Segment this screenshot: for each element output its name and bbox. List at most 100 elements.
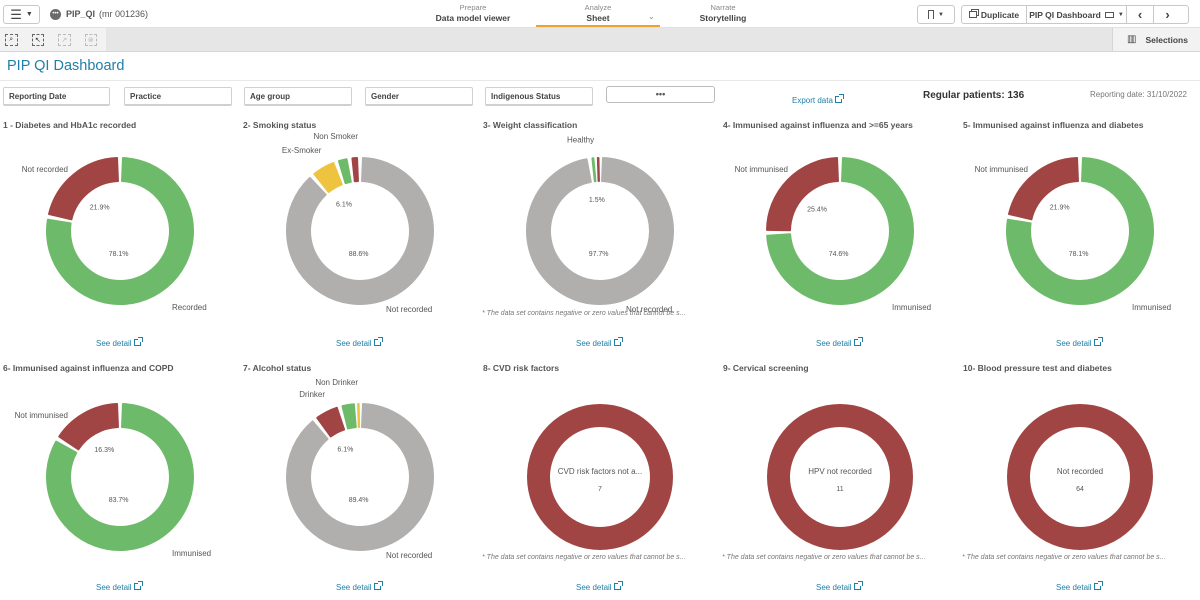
see-detail-link[interactable]: See detail	[816, 581, 863, 592]
slice-percent-label: 21.9%	[1050, 204, 1070, 211]
slice-percent-label: 6.1%	[337, 447, 353, 454]
slice-percent-label: 89.4%	[349, 497, 369, 504]
see-detail-label: See detail	[336, 583, 372, 592]
donut-slice[interactable]	[351, 157, 359, 183]
see-detail-link[interactable]: See detail	[1056, 581, 1103, 592]
page-title: PIP QI Dashboard	[7, 58, 125, 74]
app-globe-icon: •••	[50, 9, 61, 20]
center-value: 64	[1076, 486, 1084, 493]
step-forward-icon[interactable]: ↗	[58, 33, 71, 46]
chevron-down-icon[interactable]: ⌄	[648, 12, 655, 21]
donut-slice[interactable]	[58, 403, 119, 451]
donut-slice[interactable]	[357, 403, 361, 429]
caret-down-icon: ▼	[938, 11, 944, 18]
see-detail-link[interactable]: See detail	[336, 337, 383, 348]
filter-label: Age group	[250, 91, 290, 101]
slice-percent-label: 21.9%	[90, 204, 110, 211]
filter-label: Gender	[371, 91, 400, 101]
see-detail-label: See detail	[96, 583, 132, 592]
chevron-left-icon: ‹	[1137, 7, 1143, 22]
main-menu-button[interactable]: ☰ ▼	[3, 5, 40, 24]
donut-slice[interactable]	[591, 157, 597, 183]
filter-gender[interactable]: Gender	[365, 87, 473, 106]
duplicate-label: Duplicate	[980, 9, 1020, 20]
slice-category-label: Drinker	[299, 390, 325, 399]
donut-chart[interactable]: 89.4% 6.1% Not recorded Drinker Non Drinker	[240, 363, 480, 593]
tab-analyze[interactable]: Analyze Sheet	[536, 3, 660, 27]
see-detail-link[interactable]: See detail	[336, 581, 383, 592]
filter-reporting-date[interactable]: Reporting Date	[3, 87, 110, 106]
slice-category-label: Not immunised	[735, 165, 788, 174]
see-detail-label: See detail	[1056, 583, 1092, 592]
bookmark-button[interactable]: ▼	[917, 5, 955, 24]
smart-search-icon[interactable]: ⌕	[5, 33, 18, 46]
see-detail-link[interactable]: See detail	[96, 337, 143, 348]
chart-disclaimer: * The data set contains negative or zero…	[482, 554, 686, 561]
chart-card: 4- Immunised against influenza and >=65 …	[720, 120, 960, 350]
see-detail-link[interactable]: See detail	[576, 581, 623, 592]
filter-age-group[interactable]: Age group	[244, 87, 352, 106]
regular-patients-kpi: Regular patients: 136	[923, 90, 1025, 101]
tab-prepare[interactable]: Prepare Data model viewer	[433, 3, 513, 27]
slice-percent-label: 25.4%	[807, 207, 827, 214]
chart-disclaimer: * The data set contains negative or zero…	[962, 554, 1166, 561]
see-detail-label: See detail	[576, 339, 612, 348]
see-detail-label: See detail	[1056, 339, 1092, 348]
duplicate-button[interactable]: Duplicate	[962, 6, 1027, 23]
tab-narrate[interactable]: Narrate Storytelling	[690, 3, 756, 27]
donut-chart[interactable]: 74.6% 25.4% Immunised Not immunised	[720, 120, 960, 350]
slice-percent-label: 78.1%	[109, 251, 129, 258]
slice-percent-label: 16.3%	[94, 447, 114, 454]
see-detail-link[interactable]: See detail	[816, 337, 863, 348]
donut-slice[interactable]	[1007, 404, 1153, 550]
see-detail-link[interactable]: See detail	[96, 581, 143, 592]
next-sheet-button[interactable]: ›	[1154, 6, 1181, 23]
export-data-label: Export data	[792, 96, 833, 105]
see-detail-label: See detail	[96, 339, 132, 348]
donut-slice[interactable]	[596, 157, 600, 183]
slice-percent-label: 78.1%	[1069, 251, 1089, 258]
sheet-name: PIP QI Dashboard	[1029, 9, 1101, 20]
slice-category-label: Recorded	[172, 303, 207, 312]
duplicate-icon	[968, 11, 977, 18]
external-link-icon	[834, 94, 844, 103]
selections-button[interactable]: ▥ Selections	[1112, 28, 1200, 51]
app-subtitle: (mr 001236)	[99, 9, 149, 19]
filter-indigenous-status[interactable]: Indigenous Status	[485, 87, 593, 106]
external-link-icon	[853, 581, 863, 590]
screen-icon	[1104, 11, 1114, 18]
donut-slice[interactable]	[767, 404, 913, 550]
more-filters-button[interactable]: •••	[606, 86, 715, 103]
previous-sheet-button[interactable]: ‹	[1127, 6, 1154, 23]
sheet-selector[interactable]: PIP QI Dashboard ▼	[1027, 6, 1127, 23]
external-link-icon	[373, 581, 383, 590]
center-value: 7	[598, 486, 602, 493]
see-detail-link[interactable]: See detail	[1056, 337, 1103, 348]
clear-selections-icon[interactable]: ⊗	[84, 33, 97, 46]
donut-chart[interactable]: 88.6% 6.1% Not recorded Ex-Smoker Non Smoker	[240, 120, 480, 350]
see-detail-label: See detail	[336, 339, 372, 348]
slice-category-label: Non Smoker	[314, 132, 359, 141]
donut-chart[interactable]: 78.1% 21.9% Immunised Not immunised	[960, 120, 1200, 350]
donut-slice[interactable]	[341, 403, 357, 430]
slice-category-label: Not recorded	[22, 165, 68, 174]
chart-disclaimer: * The data set contains negative or zero…	[722, 554, 926, 561]
tab-narrate-label: Storytelling	[699, 13, 747, 23]
step-back-icon[interactable]: ↖	[31, 33, 44, 46]
donut-slice[interactable]	[526, 157, 674, 305]
export-data-link[interactable]: Export data	[792, 94, 844, 105]
external-link-icon	[1093, 581, 1103, 590]
donut-chart[interactable]: 78.1% 21.9% Recorded Not recorded	[0, 120, 240, 350]
see-detail-link[interactable]: See detail	[576, 337, 623, 348]
slice-category-label: Non Drinker	[315, 378, 358, 387]
hamburger-icon: ☰	[10, 7, 22, 22]
donut-slice[interactable]	[286, 157, 434, 305]
tab-analyze-label: Sheet	[586, 13, 610, 23]
top-bar: ☰ ▼ ••• PIP_QI (mr 001236) Prepare Data …	[0, 0, 1200, 28]
filter-practice[interactable]: Practice	[124, 87, 232, 106]
slice-category-label: Immunised	[172, 549, 211, 558]
chart-card: 2- Smoking status 88.6% 6.1% Not recorded Ex…	[240, 120, 480, 350]
donut-chart[interactable]: 83.7% 16.3% Immunised Not immunised	[0, 363, 240, 593]
external-link-icon	[853, 337, 863, 346]
donut-slice[interactable]	[527, 404, 673, 550]
